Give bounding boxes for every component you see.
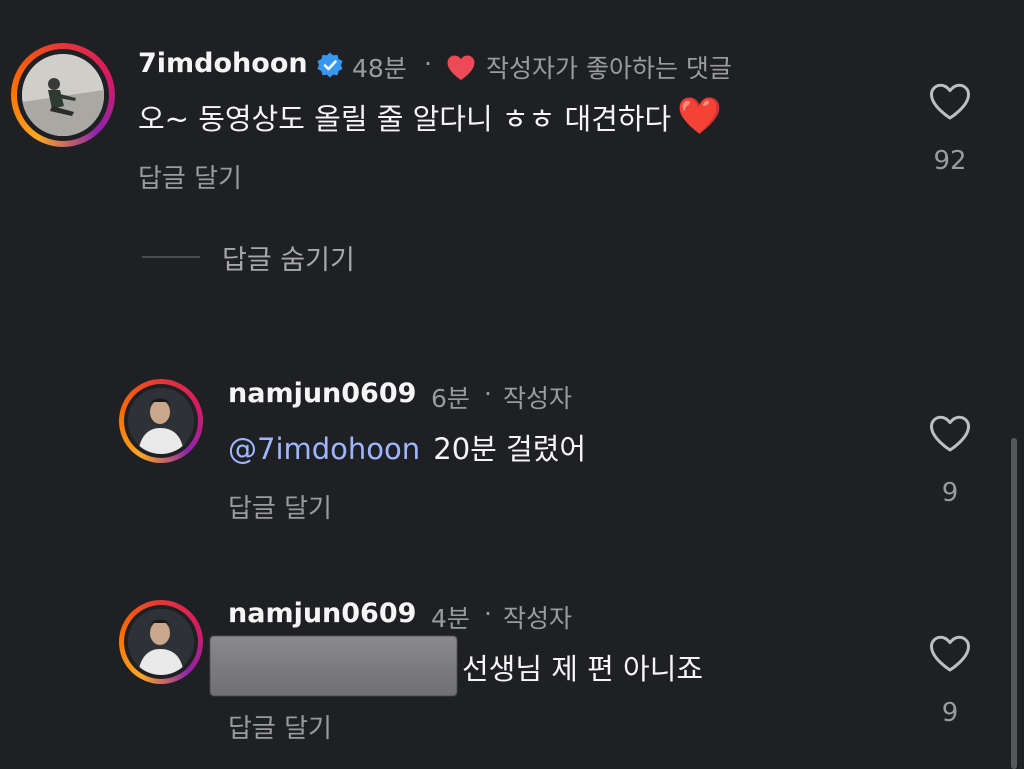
verified-badge-icon — [316, 51, 344, 79]
like-heart-icon[interactable] — [928, 634, 972, 674]
like-heart-icon[interactable] — [928, 414, 972, 454]
avatar[interactable] — [11, 43, 115, 147]
heart-filled-icon — [446, 54, 476, 81]
meta-separator: · — [424, 49, 432, 78]
reply-button[interactable]: 답글 달기 — [228, 488, 332, 525]
reply-username[interactable]: namjun0609 — [228, 378, 416, 409]
reply-username[interactable]: namjun0609 — [228, 598, 416, 629]
reply-text: 선생님 제 편 아니죠 — [462, 652, 704, 686]
comment-text: 오~ 동영상도 올릴 줄 알다니 ㅎㅎ 대견하다 — [138, 102, 672, 136]
avatar[interactable] — [119, 379, 203, 463]
comment-username[interactable]: 7imdohoon — [138, 48, 308, 79]
like-count: 9 — [941, 698, 959, 728]
profile-photo — [22, 54, 104, 136]
avatar[interactable] — [119, 600, 203, 684]
redacted-mention — [210, 636, 457, 696]
author-badge: 작성자 — [503, 384, 573, 413]
reply-text-row: @7imdohoon 20분 걸렸어 — [228, 426, 586, 468]
comment-text-row: 오~ 동영상도 올릴 줄 알다니 ㅎㅎ 대견하다 ❤️ — [138, 96, 722, 138]
hide-replies-button[interactable]: 답글 숨기기 — [222, 238, 355, 277]
liked-by-author-label: 작성자가 좋아하는 댓글 — [486, 54, 732, 83]
like-count: 9 — [941, 478, 959, 508]
like-count: 92 — [933, 146, 967, 176]
reply-button[interactable]: 답글 달기 — [228, 708, 332, 745]
reply-time: 4분 — [431, 604, 470, 633]
reply-button[interactable]: 답글 달기 — [138, 158, 242, 195]
reply-time: 6분 — [431, 384, 470, 413]
red-heart-emoji: ❤️ — [677, 96, 722, 137]
profile-photo — [128, 388, 194, 454]
scrollbar[interactable] — [1011, 438, 1017, 769]
meta-separator: · — [484, 599, 492, 628]
like-heart-icon[interactable] — [928, 82, 972, 122]
reply-text: 20분 걸렸어 — [433, 432, 587, 466]
thread-divider-line — [142, 256, 200, 258]
profile-photo — [128, 609, 194, 675]
comment-time: 48분 — [352, 54, 407, 83]
author-badge: 작성자 — [503, 604, 573, 633]
meta-separator: · — [484, 379, 492, 408]
mention-link[interactable]: @7imdohoon — [228, 432, 420, 466]
